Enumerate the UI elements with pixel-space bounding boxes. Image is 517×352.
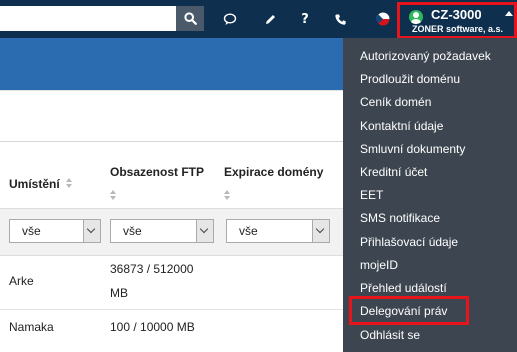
user-avatar-icon <box>409 10 423 24</box>
search-button[interactable] <box>176 6 204 31</box>
chevron-down-icon <box>196 220 213 242</box>
chevron-down-icon <box>83 220 100 242</box>
sort-icon[interactable] <box>110 190 116 200</box>
filter-select-domain-expiry[interactable]: vše <box>226 219 330 243</box>
pencil-icon[interactable] <box>259 9 281 29</box>
table-cell-location: Arke <box>9 274 34 288</box>
menu-item-contract-documents[interactable]: Smluvní dokumenty <box>360 142 465 156</box>
menu-item-contact-details[interactable]: Kontaktní údaje <box>360 119 443 133</box>
menu-item-rights-delegation[interactable]: Delegování práv <box>360 304 447 318</box>
column-header-ftp-usage[interactable]: Obsazenost FTP <box>110 165 204 179</box>
table-cell-ftp-usage-unit: MB <box>110 286 128 300</box>
menu-item-authorized-request[interactable]: Autorizovaný požadavek <box>360 49 491 63</box>
search-input[interactable] <box>0 6 176 31</box>
table-cell-location: Namaka <box>9 320 54 334</box>
account-dropdown-menu: Autorizovaný požadavek Prodloužit doménu… <box>343 38 517 352</box>
search-icon <box>183 12 197 25</box>
menu-item-credit-account[interactable]: Kreditní účet <box>360 165 427 179</box>
table-cell-ftp-usage: 36873 / 512000 <box>110 262 194 276</box>
menu-item-login-details[interactable]: Přihlašovací údaje <box>360 235 458 249</box>
chevron-down-icon <box>312 220 329 242</box>
column-header-domain-expiry[interactable]: Expirace domény <box>224 165 323 179</box>
menu-item-logout[interactable]: Odhlásit se <box>360 328 420 342</box>
filter-select-location[interactable]: vše <box>9 219 101 243</box>
czech-flag-icon[interactable] <box>372 9 394 29</box>
chat-bubble-icon[interactable] <box>219 9 241 29</box>
table-cell-ftp-usage: 100 / 10000 MB <box>110 320 195 334</box>
menu-item-renew-domain[interactable]: Prodloužit doménu <box>360 72 460 86</box>
menu-item-mojeid[interactable]: mojeID <box>360 258 398 272</box>
sort-icon[interactable] <box>224 190 230 200</box>
menu-item-domain-pricing[interactable]: Ceník domén <box>360 95 431 109</box>
sort-icon[interactable] <box>66 178 72 188</box>
menu-item-sms-notifications[interactable]: SMS notifikace <box>360 211 440 225</box>
account-menu-toggle[interactable]: CZ-3000 ZONER software, a.s. <box>397 2 517 39</box>
menu-item-eet[interactable]: EET <box>360 188 383 202</box>
menu-item-event-overview[interactable]: Přehled událostí <box>360 281 447 295</box>
account-company: ZONER software, a.s. <box>412 24 504 34</box>
phone-icon[interactable] <box>329 9 351 29</box>
help-icon[interactable]: ? <box>294 9 316 29</box>
column-header-location[interactable]: Umístění <box>9 177 60 191</box>
account-code: CZ-3000 <box>431 7 482 22</box>
caret-up-icon <box>505 11 513 16</box>
filter-select-ftp-usage[interactable]: vše <box>110 219 214 243</box>
row-divider <box>0 309 345 310</box>
